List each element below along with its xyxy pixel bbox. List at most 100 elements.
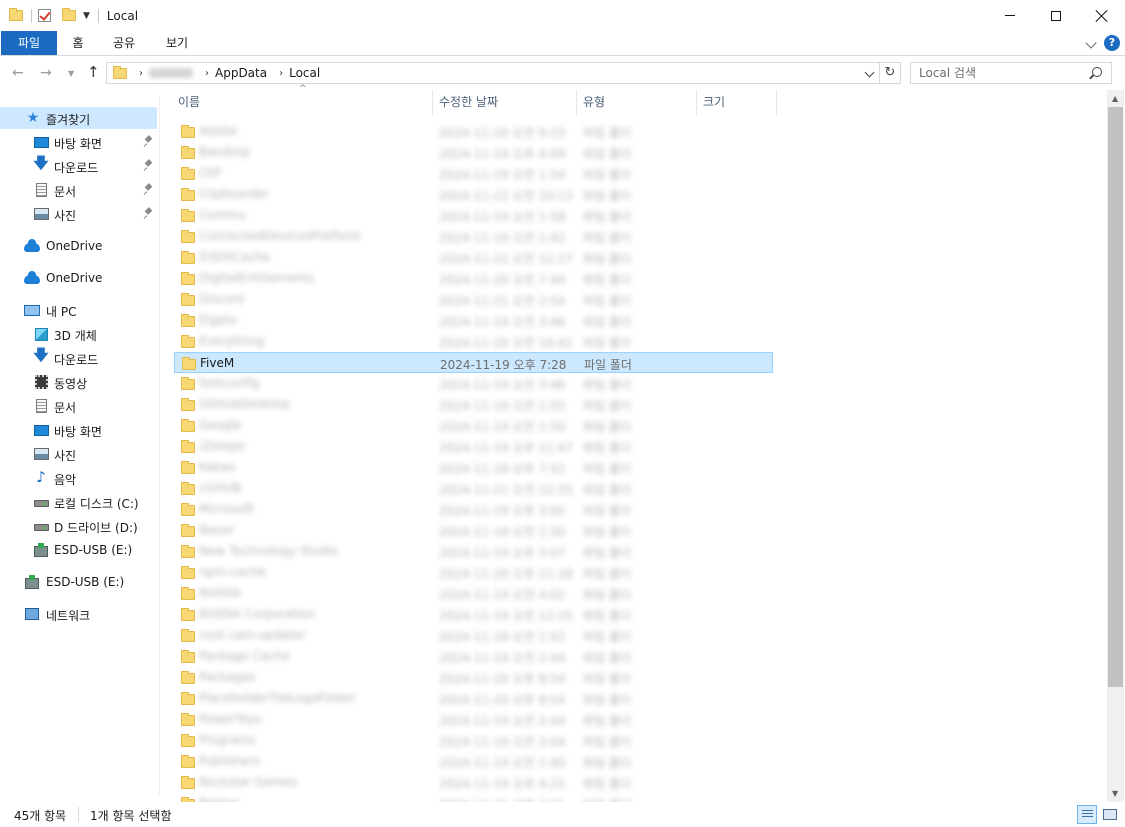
nav-drive-d[interactable]: D 드라이브 (D:) (0, 515, 157, 537)
nav-onedrive[interactable]: OneDrive (0, 235, 157, 257)
close-button[interactable] (1079, 0, 1125, 31)
address-bar[interactable]: › › AppData › Local (106, 62, 880, 84)
nav-desktop-pinned[interactable]: 바탕 화면 (0, 131, 157, 153)
nav-downloads-pinned[interactable]: 🡇 다운로드 (0, 154, 157, 177)
file-row[interactable]: LGHUB 2024-11-21 오전 12:25 파일 폴더 (174, 478, 773, 499)
nav-label: 다운로드 (54, 161, 99, 175)
nav-downloads[interactable]: 🡇 다운로드 (0, 346, 157, 369)
nav-usb-e[interactable]: ESD-USB (E:) (0, 539, 157, 561)
breadcrumb-user-redacted[interactable] (149, 68, 193, 78)
file-row[interactable]: Google 2024-11-19 오전 1:50 파일 폴더 (174, 415, 773, 436)
search-icon[interactable] (1092, 67, 1102, 77)
nav-quick-access[interactable]: ★ 즐겨찾기 (0, 107, 157, 129)
file-row[interactable]: Clipboarder 2024-11-22 오전 10:13 파일 폴더 (174, 184, 773, 205)
file-row[interactable]: PowerToys 2024-11-19 오전 2:44 파일 폴더 (174, 709, 773, 730)
pin-icon[interactable] (145, 136, 153, 147)
file-row[interactable]: CEF 2024-11-19 오전 1:54 파일 폴더 (174, 163, 773, 184)
tab-file[interactable]: 파일 (1, 31, 57, 55)
file-row[interactable]: FiveM 2024-11-19 오후 7:28 파일 폴더 (174, 352, 773, 373)
expand-ribbon-chevron-icon[interactable] (1085, 37, 1097, 49)
file-row[interactable]: Commu 2024-11-19 오전 1:58 파일 폴더 (174, 205, 773, 226)
file-row[interactable]: D3DSCache 2024-11-21 오전 12:27 파일 폴더 (174, 247, 773, 268)
tab-home[interactable]: 홈 (62, 31, 94, 55)
help-icon[interactable]: ? (1104, 35, 1120, 51)
file-row[interactable]: DigitalEntitlements 2024-11-20 오전 7:44 파일 … (174, 268, 773, 289)
folder-icon (181, 482, 195, 495)
file-row[interactable]: Elgato 2024-11-19 오전 3:46 파일 폴더 (174, 310, 773, 331)
nav-pictures[interactable]: 사진 (0, 443, 157, 465)
nav-desktop[interactable]: 바탕 화면 (0, 419, 157, 441)
search-input[interactable] (919, 63, 1089, 83)
nav-this-pc[interactable]: 내 PC (0, 299, 157, 321)
nav-usb-e-root[interactable]: ESD-USB (E:) (0, 571, 157, 593)
file-row[interactable]: NVIDIA 2024-11-19 오전 4:02 파일 폴더 (174, 583, 773, 604)
breadcrumb-appdata[interactable]: AppData (215, 66, 267, 80)
recent-locations-chevron-icon[interactable]: ▼ (68, 69, 74, 78)
tab-view[interactable]: 보기 (157, 31, 197, 55)
file-row[interactable]: Discord 2024-11-21 오전 2:54 파일 폴더 (174, 289, 773, 310)
file-row[interactable]: nzxt cam-updater 2024-11-19 오전 1:52 파일 폴더 (174, 625, 773, 646)
nav-local-disk-c[interactable]: 로컬 디스크 (C:) (0, 491, 157, 513)
nav-3d-objects[interactable]: 3D 개체 (0, 323, 157, 345)
file-row[interactable]: ConnectedDevicesPlatform 2024-11-19 오전 1:… (174, 226, 773, 247)
file-row[interactable]: Everything 2024-11-20 오전 10:41 파일 폴더 (174, 331, 773, 352)
file-row[interactable]: Naver 2024-11-19 오전 1:50 파일 폴더 (174, 520, 773, 541)
file-row[interactable]: iZotope 2024-11-19 오후 11:47 파일 폴더 (174, 436, 773, 457)
nav-onedrive-2[interactable]: OneDrive (0, 267, 157, 289)
scrollbar-thumb[interactable] (1108, 107, 1123, 687)
tab-share[interactable]: 공유 (104, 31, 144, 55)
file-row[interactable]: Kakao 2024-11-19 오후 7:52 파일 폴더 (174, 457, 773, 478)
new-folder-icon[interactable] (62, 7, 76, 22)
search-box[interactable] (910, 62, 1112, 84)
column-header-date[interactable]: 수정한 날짜 (432, 90, 576, 115)
column-header-name[interactable]: 이름 (171, 90, 432, 115)
customize-dropdown-icon[interactable]: ▼ (83, 11, 90, 21)
file-row[interactable]: Roblox2024-11-21 오전 2:51파일 폴더 (174, 793, 773, 802)
pin-icon[interactable] (145, 208, 153, 219)
forward-arrow-icon[interactable]: → (40, 65, 52, 81)
nav-pictures-pinned[interactable]: 사진 (0, 203, 157, 225)
details-view-icon[interactable] (1077, 805, 1097, 824)
vertical-scrollbar[interactable]: ▲ ▼ (1107, 90, 1124, 802)
pin-icon[interactable] (145, 160, 153, 171)
up-arrow-icon[interactable]: ↑ (87, 63, 100, 81)
column-divider[interactable] (776, 90, 777, 115)
nav-network[interactable]: 네트워크 (0, 603, 157, 625)
nav-videos[interactable]: 동영상 (0, 371, 157, 393)
minimize-button[interactable] (987, 0, 1033, 31)
file-row[interactable]: npm-cache 2024-11-20 오후 11:28 파일 폴더 (174, 562, 773, 583)
properties-check-icon[interactable] (38, 9, 51, 22)
back-arrow-icon[interactable]: ← (12, 65, 24, 81)
column-header-type[interactable]: 유형 (576, 90, 696, 115)
large-icons-view-icon[interactable] (1101, 807, 1117, 821)
file-row[interactable]: Programs 2024-11-19 오전 3:04 파일 폴더 (174, 730, 773, 751)
pin-icon[interactable] (145, 184, 153, 195)
address-dropdown-icon[interactable] (864, 67, 875, 78)
nav-music[interactable]: ♪ 음악 (0, 467, 157, 489)
file-row[interactable]: NVIDIA Corporation 2024-11-19 오전 12:25 파일 … (174, 604, 773, 625)
file-row[interactable]: GitHubDesktop 2024-11-19 오전 1:55 파일 폴더 (174, 394, 773, 415)
scroll-up-arrow-icon[interactable]: ▲ (1112, 94, 1118, 103)
file-row[interactable]: Packages 2024-11-20 오후 8:54 파일 폴더 (174, 667, 773, 688)
file-row[interactable]: Adobe 2024-11-20 오전 9:23 파일 폴더 (174, 121, 773, 142)
column-header-size[interactable]: 크기 (696, 90, 776, 115)
breadcrumb-separator-icon[interactable]: › (279, 68, 283, 79)
nav-documents[interactable]: 문서 (0, 395, 157, 417)
file-row[interactable]: Rockstar Games 2024-11-19 오후 4:21 파일 폴더 (174, 772, 773, 793)
maximize-button[interactable] (1033, 0, 1079, 31)
file-row[interactable]: fontconfig 2024-11-19 오전 3:46 파일 폴더 (174, 373, 773, 394)
network-icon (24, 606, 40, 622)
refresh-button[interactable]: ↻ (880, 62, 901, 84)
breadcrumb-separator-icon[interactable]: › (205, 68, 209, 79)
file-row[interactable]: Microsoft 2024-11-19 오후 3:05 파일 폴더 (174, 499, 773, 520)
file-row[interactable]: New Technology Studio 2024-11-19 오후 3:07 파… (174, 541, 773, 562)
file-row[interactable]: Package Cache 2024-11-19 오전 2:44 파일 폴더 (174, 646, 773, 667)
file-row[interactable]: Publishers 2024-11-19 오전 1:40 파일 폴더 (174, 751, 773, 772)
folder-icon (181, 398, 195, 411)
scroll-down-arrow-icon[interactable]: ▼ (1112, 789, 1118, 798)
file-row[interactable]: PlaceholderTileLogoFolder 2024-11-20 오후 8… (174, 688, 773, 709)
file-row[interactable]: Bandizip 2024-11-19 오후 4:09 파일 폴더 (174, 142, 773, 163)
breadcrumb-local[interactable]: Local (289, 66, 320, 80)
breadcrumb-separator-icon[interactable]: › (139, 68, 143, 79)
nav-documents-pinned[interactable]: 문서 (0, 179, 157, 201)
